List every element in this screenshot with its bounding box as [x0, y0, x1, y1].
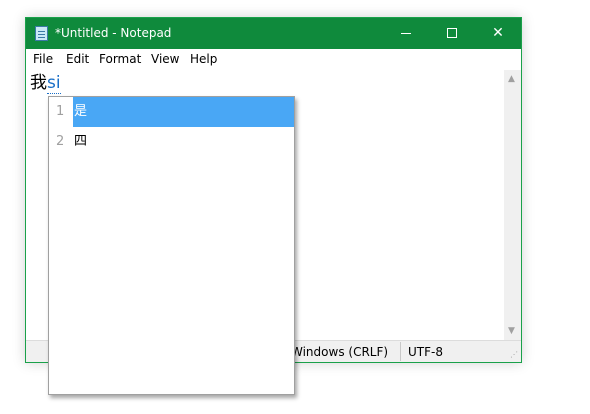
scroll-down-icon[interactable]: ▼	[508, 326, 515, 336]
candidate-text: 是	[74, 104, 88, 119]
maximize-icon	[447, 28, 457, 38]
status-divider	[400, 342, 401, 361]
minimize-button[interactable]	[383, 18, 429, 49]
menu-format[interactable]: Format	[99, 52, 141, 67]
candidate-item-2[interactable]: 2 四	[49, 127, 294, 157]
line-ending-status: Windows (CRLF)	[291, 345, 389, 359]
candidate-number: 1	[56, 104, 65, 119]
resize-grip-icon[interactable]: ⋰	[510, 351, 518, 359]
candidate-text: 四	[74, 134, 88, 149]
menu-help[interactable]: Help	[190, 52, 217, 67]
candidate-item-1[interactable]: 1 是	[49, 97, 294, 127]
candidate-highlight: 是	[73, 97, 294, 127]
encoding-status: UTF-8	[408, 345, 443, 359]
close-icon: ✕	[492, 25, 504, 41]
candidate-cell: 四	[73, 127, 294, 157]
menu-view[interactable]: View	[151, 52, 179, 67]
maximize-button[interactable]	[429, 18, 475, 49]
window-title: *Untitled - Notepad	[55, 26, 172, 40]
menu-edit[interactable]: Edit	[66, 52, 89, 67]
notepad-icon[interactable]	[35, 26, 48, 41]
vertical-scrollbar[interactable]: ▲ ▼	[504, 70, 521, 340]
menu-bar: File Edit Format View Help	[26, 49, 521, 71]
committed-text: 我	[30, 73, 47, 93]
title-bar[interactable]: *Untitled - Notepad ✕	[26, 18, 521, 49]
close-button[interactable]: ✕	[475, 18, 521, 49]
minimize-icon	[401, 33, 411, 34]
ime-composition-text: si	[47, 73, 61, 94]
ime-candidate-window: 1 是 2 四	[48, 96, 295, 395]
menu-file[interactable]: File	[33, 52, 53, 67]
editor-text: 我si	[30, 73, 61, 94]
candidate-number: 2	[56, 134, 65, 149]
scroll-up-icon[interactable]: ▲	[508, 74, 515, 84]
